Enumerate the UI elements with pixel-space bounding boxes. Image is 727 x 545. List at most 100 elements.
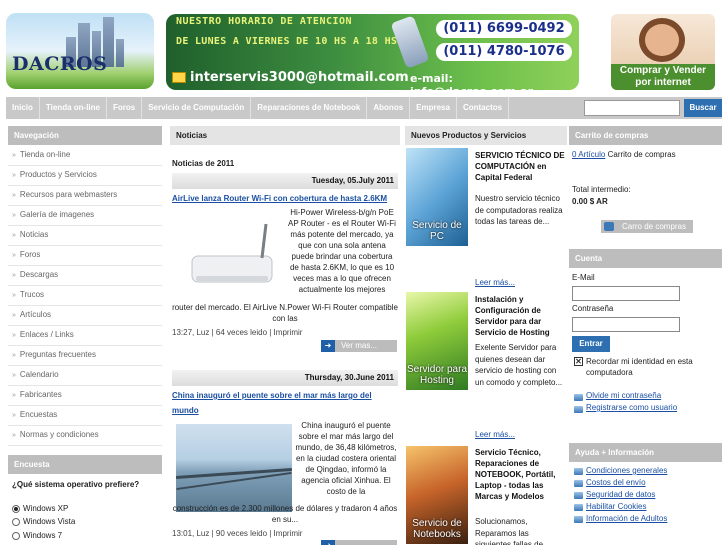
news-date: Thursday, 30.June 2011 (172, 370, 398, 386)
product-title[interactable]: Servicio Técnico, Reparaciones de NOTEBO… (475, 447, 567, 502)
product-read-more-link[interactable]: Leer más... (475, 278, 515, 287)
nav-list-item[interactable]: Productos y Servicios (8, 166, 162, 186)
router-image[interactable] (178, 222, 282, 288)
banner-email-personal: interservis3000@hotmail.com (190, 70, 409, 85)
cart-header: Carrito de compras (569, 126, 722, 145)
news-header: Noticias (170, 126, 400, 145)
skyline-building (116, 39, 124, 67)
product-title[interactable]: SERVICIO TÉCNICO DE COMPUTACIÓN en Capit… (475, 150, 567, 183)
contact-banner: NUESTRO HORARIO DE ATENCION DE LUNES A V… (166, 14, 579, 90)
cart-articles-link[interactable]: 0 Artículo (572, 150, 605, 159)
nav-list-item[interactable]: Recursos para webmasters (8, 186, 162, 206)
poll-option-label: Windows XP (23, 504, 69, 513)
products-header: Nuevos Productos y Servicios (405, 126, 567, 145)
nav-list-item[interactable]: Normas y condiciones (8, 426, 162, 446)
help-link[interactable]: Información de Adultos (586, 514, 667, 523)
login-button[interactable]: Entrar (572, 336, 610, 352)
search-button[interactable]: Buscar (684, 99, 722, 117)
bridge-image[interactable] (176, 424, 292, 512)
nav-list-item[interactable]: Artículos (8, 306, 162, 326)
bullet-icon (574, 406, 583, 413)
news-body-full: construcción es de 2.300 millones de dól… (172, 504, 398, 524)
help-link[interactable]: Habilitar Cookies (586, 502, 646, 511)
banner-hours-line1: NUESTRO HORARIO DE ATENCION (176, 16, 353, 27)
news-meta: 13:27, Luz | 64 veces leido | Imprimir (172, 328, 303, 337)
poll-option-xp[interactable]: Windows XP (12, 503, 68, 515)
news-headline-link[interactable]: AirLive lanza Router Wi-Fi con cobertura… (172, 191, 398, 206)
news-headline-link[interactable]: China inauguró el puente sobre el mar má… (172, 388, 398, 418)
bullet-icon (574, 468, 583, 475)
navigation-list: Tienda on-line Productos y Servicios Rec… (8, 146, 162, 446)
radio-icon[interactable] (12, 531, 20, 540)
bullet-icon (574, 480, 583, 487)
nav-item-inicio[interactable]: Inicio (6, 97, 40, 119)
promo-banner[interactable]: Comprar y Vender por internet (611, 14, 715, 90)
nav-list-item[interactable]: Fabricantes (8, 386, 162, 406)
nav-list-item[interactable]: Galería de imagenes (8, 206, 162, 226)
nav-item-empresa[interactable]: Empresa (410, 97, 457, 119)
poll-option-label: Windows 7 (23, 531, 63, 540)
envelope-icon (172, 72, 186, 83)
password-field[interactable] (572, 317, 680, 332)
help-link[interactable]: Condiciones generales (586, 466, 667, 475)
radio-icon[interactable] (12, 517, 20, 526)
product-desc: Exelente Servidor para quienes desean da… (475, 343, 563, 387)
help-link[interactable]: Costos del envío (586, 478, 646, 487)
product-title[interactable]: Instalación y Configuración de Servidor … (475, 294, 567, 338)
cart-button[interactable]: Carro de compras (601, 220, 693, 233)
banner-email-company: e-mail: info@dacros.com.ar (410, 72, 533, 90)
nav-list-item[interactable]: Preguntas frecuentes (8, 346, 162, 366)
nav-list-item[interactable]: Tienda on-line (8, 146, 162, 166)
news-body-full: router del mercado. El AirLive N.Power W… (172, 303, 398, 323)
news-body-side: China inauguró el puente sobre el mar má… (295, 421, 397, 496)
help-link[interactable]: Seguridad de datos (586, 490, 655, 499)
product-image-server[interactable]: Servidor para Hosting (406, 292, 468, 390)
bullet-icon (574, 504, 583, 511)
dacros-logo[interactable]: DACROS (6, 13, 154, 89)
cart-subtotal-value: 0.00 $ AR (572, 197, 608, 206)
cart-summary: 0 Artículo Carrito de compras (572, 150, 676, 159)
remember-checkbox[interactable]: ✕ (574, 357, 583, 366)
read-more-button[interactable]: ➜ (321, 540, 397, 545)
cart-button-label: Carro de compras (621, 222, 687, 231)
nav-list-item[interactable]: Calendario (8, 366, 162, 386)
nav-item-servicio-computacion[interactable]: Servicio de Computación (142, 97, 252, 119)
poll-option-label: Windows Vista (23, 517, 76, 526)
product-image-caption: Servicio de Notebooks (412, 518, 462, 540)
cart-subtotal-label: Total intermedio: (572, 185, 631, 194)
nav-item-foros[interactable]: Foros (107, 97, 143, 119)
nav-list-item[interactable]: Encuestas (8, 406, 162, 426)
news-date: Tuesday, 05.July 2011 (172, 173, 398, 189)
help-header: Ayuda + Información (569, 443, 722, 462)
forgot-password-link[interactable]: Olvide mi contraseña (586, 391, 661, 400)
arrow-right-icon: ➜ (321, 540, 335, 545)
nav-list-item[interactable]: Descargas (8, 266, 162, 286)
logo-text: DACROS (12, 53, 108, 75)
nav-list-item[interactable]: Noticias (8, 226, 162, 246)
cart-icon (604, 222, 614, 231)
poll-header: Encuesta (8, 455, 162, 474)
read-more-button[interactable]: ➜ Ver mas... (321, 340, 397, 352)
news-meta: 13:01, Luz | 90 veces leido | Imprimir (172, 529, 303, 538)
radio-selected-icon[interactable] (12, 504, 20, 513)
product-read-more-link[interactable]: Leer más... (475, 430, 515, 439)
poll-question: ¿Qué sistema operativo prefiere? (12, 480, 140, 489)
product-image-notebook[interactable]: Servicio de Notebooks (406, 446, 468, 544)
nav-item-abonos[interactable]: Abonos (367, 97, 411, 119)
search-input[interactable] (584, 100, 680, 116)
nav-item-contactos[interactable]: Contactos (457, 97, 510, 119)
nav-item-reparaciones-notebook[interactable]: Reparaciones de Notebook (251, 97, 368, 119)
nav-list-item[interactable]: Enlaces / Links (8, 326, 162, 346)
email-field[interactable] (572, 286, 680, 301)
woman-photo-icon (639, 18, 685, 62)
register-link[interactable]: Registrarse como usuario (586, 403, 677, 412)
news-subtitle: Noticias de 2011 (172, 159, 235, 168)
remember-label: Recordar mi identidad en esta computador… (586, 357, 693, 377)
poll-option-vista[interactable]: Windows Vista (12, 516, 75, 528)
cart-articles-label: Carrito de compras (607, 150, 676, 159)
product-image-pc[interactable]: Servicio de PC (406, 148, 468, 246)
nav-item-tienda[interactable]: Tienda on-line (40, 97, 107, 119)
nav-list-item[interactable]: Foros (8, 246, 162, 266)
poll-option-7[interactable]: Windows 7 (12, 530, 62, 542)
nav-list-item[interactable]: Trucos (8, 286, 162, 306)
